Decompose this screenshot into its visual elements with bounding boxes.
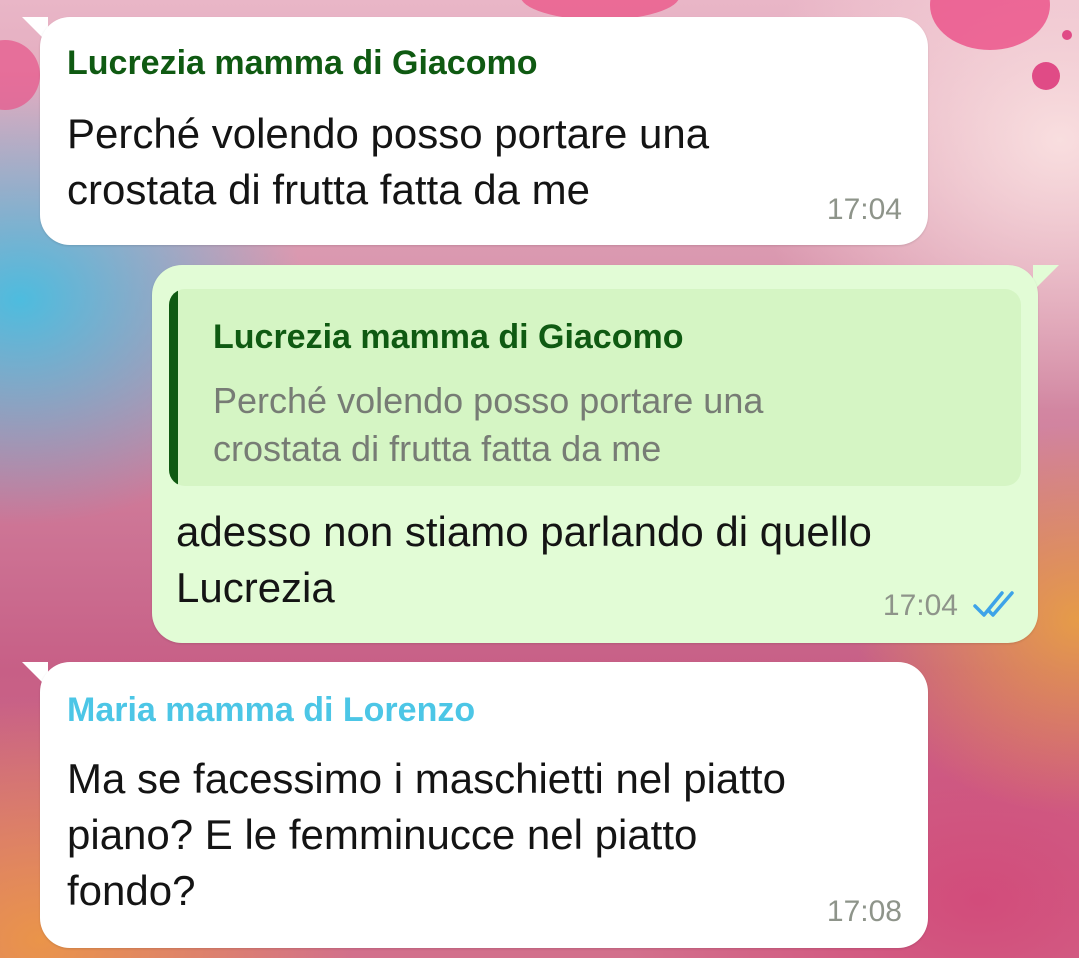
message-sender-name[interactable]: Lucrezia mamma di Giacomo	[67, 43, 538, 83]
outgoing-message-bubble[interactable]: Lucrezia mamma di Giacomo Perché volendo…	[152, 265, 1038, 643]
message-sender-name[interactable]: Maria mamma di Lorenzo	[67, 690, 475, 730]
incoming-message-bubble[interactable]: Maria mamma di Lorenzo Ma se facessimo i…	[40, 662, 928, 948]
message-text-line: Ma se facessimo i maschietti nel piatto	[67, 755, 786, 802]
message-text-line: fondo?	[67, 867, 196, 914]
message-text-line: adesso non stiamo parlando di quello	[176, 508, 872, 555]
message-text-line: crostata di frutta fatta da me	[67, 166, 590, 213]
wallpaper-flower-decoration	[0, 40, 40, 110]
wallpaper-flower-decoration	[930, 0, 1050, 50]
message-timestamp: 17:04	[882, 589, 958, 622]
message-text-line: Lucrezia	[176, 564, 335, 611]
quoted-text-line: Perché volendo posso portare una	[213, 380, 764, 421]
quoted-reply[interactable]: Lucrezia mamma di Giacomo Perché volendo…	[169, 289, 1021, 486]
message-text-line: Perché volendo posso portare una	[67, 110, 710, 157]
message-timestamp: 17:04	[826, 193, 902, 226]
message-timestamp: 17:08	[826, 895, 902, 928]
message-text-line: piano? E le femminucce nel piatto	[67, 811, 698, 858]
wallpaper-flower-decoration	[1032, 62, 1060, 90]
quoted-sender-name: Lucrezia mamma di Giacomo	[213, 318, 684, 356]
double-check-read-icon	[973, 591, 1014, 617]
wallpaper-flower-decoration	[1062, 30, 1072, 40]
quoted-text-line: crostata di frutta fatta da me	[213, 428, 662, 469]
quote-accent-bar	[169, 289, 178, 486]
incoming-message-bubble[interactable]: Lucrezia mamma di Giacomo Perché volendo…	[40, 17, 928, 245]
